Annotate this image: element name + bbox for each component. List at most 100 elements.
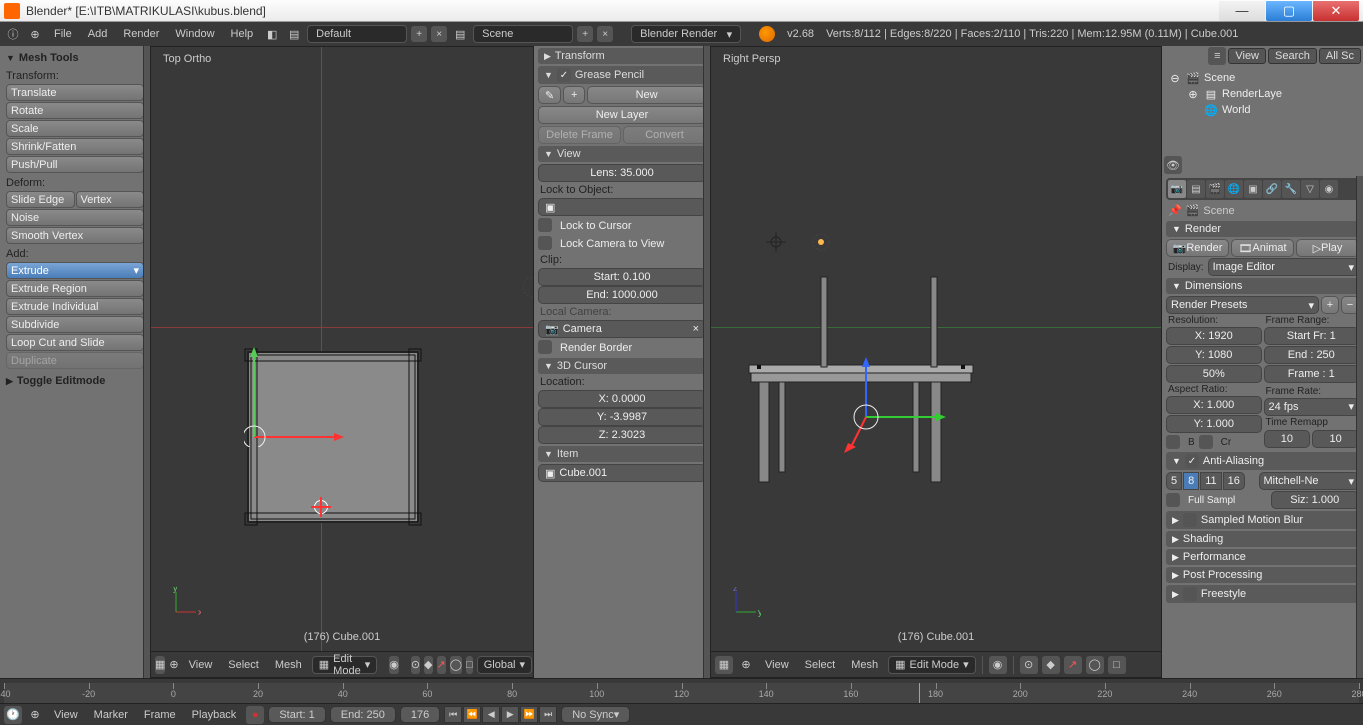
aa-panel-header[interactable]: ▼Anti-Aliasing	[1166, 452, 1359, 470]
res-x-field[interactable]: X: 1920	[1166, 327, 1262, 345]
lens-field[interactable]: Lens: 35.000	[538, 164, 706, 182]
menu-add[interactable]: Add	[82, 28, 114, 40]
sync-mode-dropdown[interactable]: No Sync ▾	[561, 706, 630, 723]
tree-world-row[interactable]: 🌐World	[1168, 102, 1357, 118]
grease-check-icon[interactable]	[557, 68, 571, 82]
noise-button[interactable]: Noise	[6, 209, 144, 226]
collapse-icon[interactable]: ⊕	[169, 656, 178, 674]
push-pull-button[interactable]: Push/Pull	[6, 156, 144, 173]
keyframe-next-button[interactable]: ⏩	[520, 706, 538, 723]
remap-new-field[interactable]: 10	[1312, 430, 1359, 448]
play-button[interactable]: ▷ Play	[1296, 239, 1359, 257]
gizmo-right[interactable]	[826, 357, 946, 477]
render-presets-dropdown[interactable]: Render Presets▾	[1166, 296, 1319, 314]
render-border-check[interactable]	[538, 340, 552, 354]
pin-icon[interactable]: 📌	[1168, 204, 1182, 217]
duplicate-button[interactable]: Duplicate	[6, 352, 144, 369]
aa-11-button[interactable]: 11	[1200, 472, 1221, 490]
scale-gizmo-icon[interactable]: □	[466, 656, 473, 674]
full-sample-check[interactable]	[1166, 493, 1180, 507]
tl-menu-playback[interactable]: Playback	[186, 709, 243, 721]
post-processing-header[interactable]: ▶Post Processing	[1166, 567, 1359, 583]
manipulator-icon[interactable]: ◆	[424, 656, 432, 674]
clip-end-field[interactable]: End: 1000.000	[538, 286, 706, 304]
lock-cursor-check[interactable]	[538, 218, 552, 232]
menu-render[interactable]: Render	[117, 28, 165, 40]
mesh-tools-header[interactable]: ▼Mesh Tools	[6, 50, 144, 66]
border-check[interactable]	[1166, 435, 1180, 449]
scale-gizmo-icon2[interactable]: □	[1108, 656, 1126, 674]
outliner-type-icon[interactable]: ≡	[1208, 47, 1226, 65]
start-frame-field[interactable]: Start Fr: 1	[1264, 327, 1360, 345]
collapse-icon2[interactable]: ⊕	[737, 656, 755, 674]
grease-pencil-header[interactable]: ▼Grease Pencil	[538, 66, 706, 84]
display-dropdown[interactable]: Image Editor▾	[1208, 258, 1359, 276]
rotate-button[interactable]: Rotate	[6, 102, 144, 119]
item-name-field[interactable]: ▣Cube.001	[538, 464, 706, 482]
menu-help[interactable]: Help	[225, 28, 260, 40]
shrink-fatten-button[interactable]: Shrink/Fatten	[6, 138, 144, 155]
scene-del-button[interactable]: ×	[597, 26, 613, 42]
shading-icon[interactable]: ◉	[389, 656, 399, 674]
menu-window[interactable]: Window	[169, 28, 220, 40]
menu-file[interactable]: File	[48, 28, 78, 40]
window-close-button[interactable]: ✕	[1313, 1, 1359, 21]
layout-browse-icon[interactable]: ▤	[285, 25, 303, 43]
layout-prev-icon[interactable]: ◧	[263, 25, 281, 43]
constraint-tab-icon[interactable]: 🔗	[1263, 180, 1281, 198]
manipulator-icon2[interactable]: ◆	[1042, 656, 1060, 674]
cursor-y-field[interactable]: Y: -3.9987	[538, 408, 706, 426]
cursor-x-field[interactable]: X: 0.0000	[538, 390, 706, 408]
layout-add-button[interactable]: +	[411, 26, 427, 42]
viewport-right[interactable]: Right Persp	[710, 46, 1162, 678]
frame-step-field[interactable]: Frame : 1	[1264, 365, 1360, 383]
tree-scene-row[interactable]: ⊖🎬Scene	[1168, 70, 1357, 86]
vp-menu-view[interactable]: View	[183, 659, 219, 671]
loop-cut-button[interactable]: Loop Cut and Slide	[6, 334, 144, 351]
rotate-gizmo-icon[interactable]: ◯	[450, 656, 462, 674]
crop-check[interactable]	[1199, 435, 1213, 449]
move-gizmo-icon[interactable]: ↗	[437, 656, 446, 674]
aa-size-field[interactable]: Siz: 1.000	[1271, 491, 1360, 509]
data-tab-icon[interactable]: ▽	[1301, 180, 1319, 198]
gpencil-convert-button[interactable]: Convert	[623, 126, 706, 144]
vp-menu-mesh[interactable]: Mesh	[269, 659, 308, 671]
scene-browse-icon[interactable]: ▤	[451, 25, 469, 43]
world-tab-icon[interactable]: 🌐	[1225, 180, 1243, 198]
view-panel-header[interactable]: ▼View	[538, 146, 706, 162]
scene-tab-icon[interactable]: 🎬	[1206, 180, 1224, 198]
freestyle-check[interactable]	[1183, 587, 1197, 601]
extrude-individual-button[interactable]: Extrude Individual	[6, 298, 144, 315]
outliner-restrict-icon[interactable]: 👁	[1164, 156, 1182, 174]
motion-check[interactable]	[1183, 513, 1197, 527]
play-forward-button[interactable]: ▶	[501, 706, 519, 723]
timeline-collapse-icon[interactable]: ⊕	[26, 706, 44, 724]
play-reverse-button[interactable]: ◀	[482, 706, 500, 723]
vp2-menu-select[interactable]: Select	[799, 659, 842, 671]
aspect-y-field[interactable]: Y: 1.000	[1166, 415, 1262, 433]
scene-field[interactable]: Scene	[473, 25, 573, 43]
aa-8-button[interactable]: 8	[1183, 472, 1199, 490]
lock-camera-check[interactable]	[538, 236, 552, 250]
render-engine-dropdown[interactable]: Blender Render▾	[631, 25, 741, 43]
tl-menu-frame[interactable]: Frame	[138, 709, 182, 721]
timeline-ruler[interactable]: -40-200204060801001201401601802002202402…	[0, 678, 1363, 703]
extrude-dropdown[interactable]: Extrude▾	[6, 262, 144, 279]
editor-type-icon[interactable]: ⓘ	[4, 25, 22, 43]
dimensions-panel-header[interactable]: ▼Dimensions	[1166, 278, 1359, 294]
smooth-vertex-button[interactable]: Smooth Vertex	[6, 227, 144, 244]
editor-type-3dview-icon[interactable]: ▦	[155, 656, 165, 674]
timeline-editor-icon[interactable]: 🕐	[4, 706, 22, 724]
mode-dropdown[interactable]: ▦ Edit Mode ▾	[312, 656, 377, 674]
item-panel-header[interactable]: ▼Item	[538, 446, 706, 462]
cursor-z-field[interactable]: Z: 2.3023	[538, 426, 706, 444]
outliner-view-menu[interactable]: View	[1228, 48, 1266, 64]
tl-record-icon[interactable]: ●	[246, 706, 264, 724]
rotate-gizmo-icon2[interactable]: ◯	[1086, 656, 1104, 674]
object-tab-icon[interactable]: ▣	[1244, 180, 1262, 198]
material-tab-icon[interactable]: ◉	[1320, 180, 1338, 198]
local-camera-field[interactable]: 📷Camera×	[538, 320, 706, 338]
performance-header[interactable]: ▶Performance	[1166, 549, 1359, 565]
move-gizmo-icon2[interactable]: ↗	[1064, 656, 1082, 674]
vp2-menu-mesh[interactable]: Mesh	[845, 659, 884, 671]
